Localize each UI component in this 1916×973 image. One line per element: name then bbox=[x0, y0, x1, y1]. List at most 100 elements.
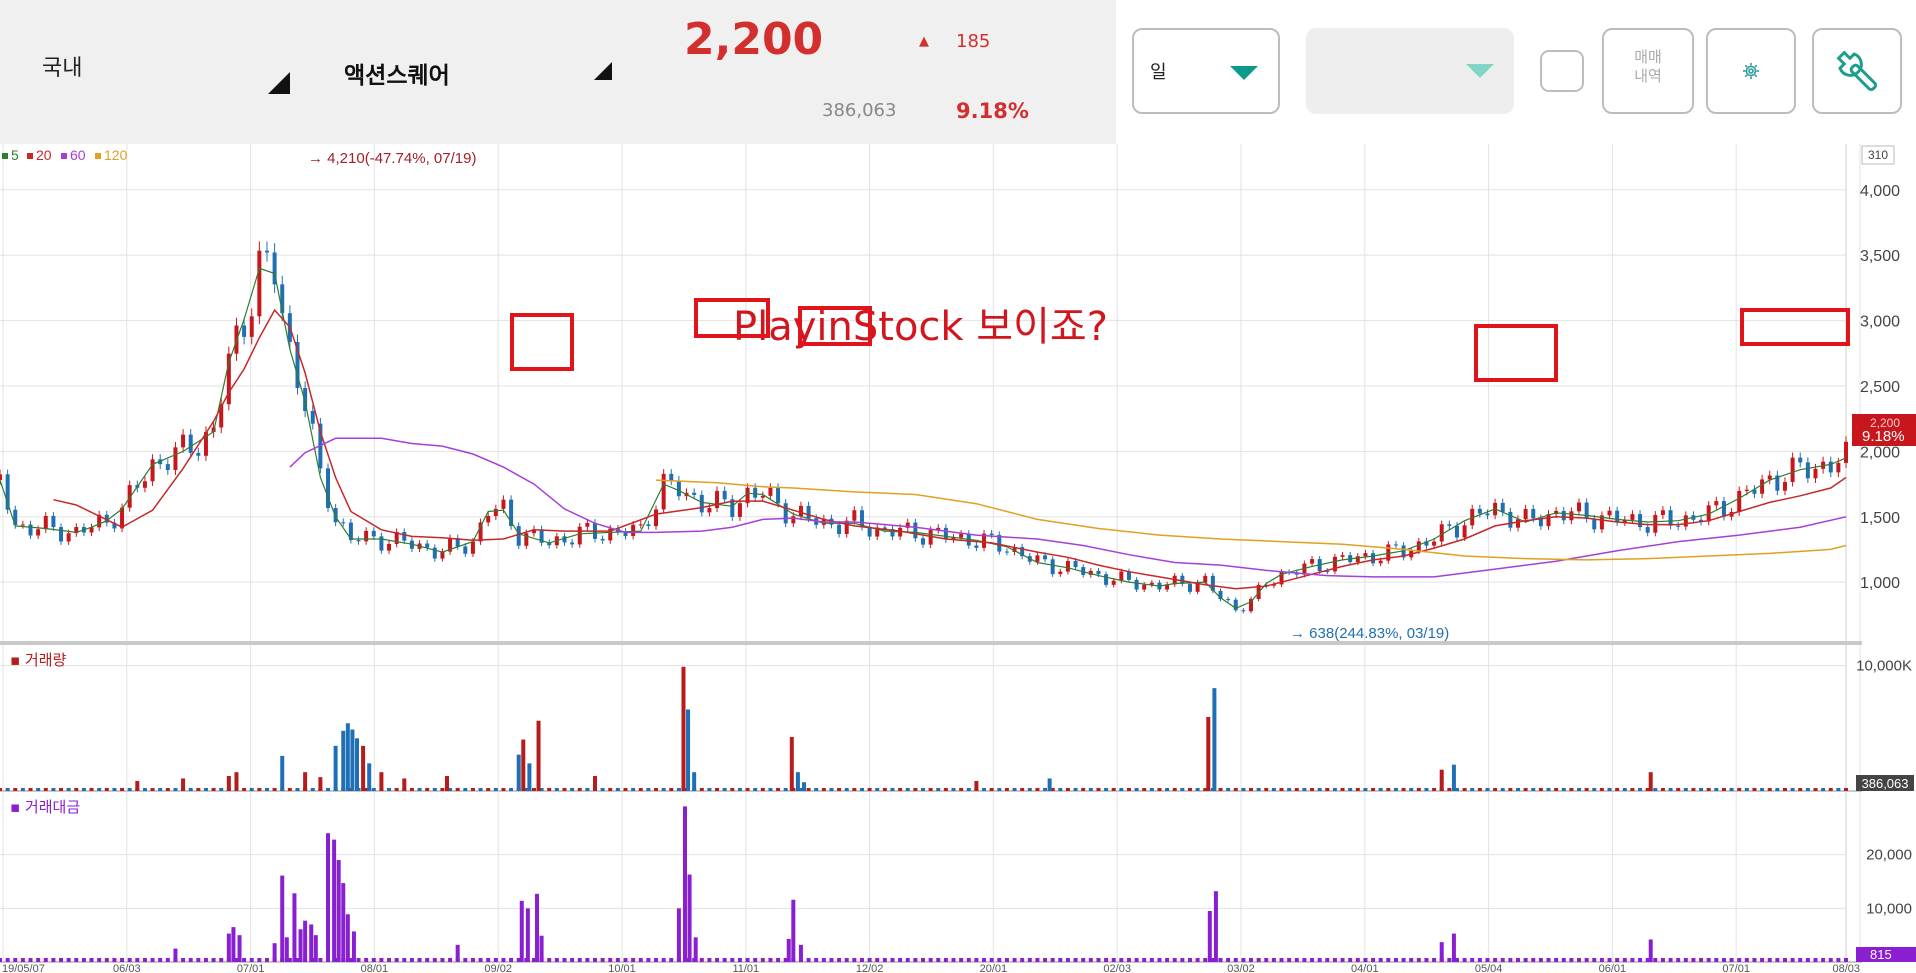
amount-bar bbox=[1813, 958, 1818, 962]
candle-body bbox=[768, 487, 773, 496]
candle-body bbox=[1226, 599, 1231, 601]
amount-bar bbox=[1142, 958, 1147, 962]
amount-bar bbox=[1622, 958, 1627, 962]
amount-bar bbox=[1554, 958, 1559, 962]
amount-bar bbox=[577, 958, 582, 962]
volume-bar bbox=[913, 788, 918, 791]
candle-body bbox=[0, 474, 2, 481]
amount-tick-label: 10,000 bbox=[1866, 900, 1912, 917]
stock-name-select-arrow-icon[interactable] bbox=[594, 62, 612, 80]
tools-button[interactable] bbox=[1812, 28, 1902, 114]
market-select-arrow-icon[interactable] bbox=[268, 72, 290, 94]
candle-body bbox=[356, 540, 361, 542]
candle-body bbox=[150, 459, 155, 482]
trade-history-button[interactable]: 매매 내역 bbox=[1602, 28, 1694, 114]
volume-pane-title: ▪ 거래량 bbox=[10, 651, 67, 669]
volume-bar bbox=[1058, 788, 1063, 791]
amount-bar bbox=[1256, 958, 1261, 962]
volume-bar bbox=[768, 788, 773, 791]
volume-bar bbox=[1508, 788, 1513, 791]
amount-bar bbox=[231, 927, 236, 962]
candle-body bbox=[120, 507, 125, 529]
volume-bar bbox=[699, 788, 704, 791]
amount-bar bbox=[127, 958, 132, 962]
amount-bar bbox=[1180, 958, 1185, 962]
candle-body bbox=[1203, 575, 1208, 583]
volume-bar bbox=[1416, 788, 1421, 791]
amount-bar bbox=[1012, 958, 1017, 962]
volume-bar bbox=[1363, 788, 1368, 791]
amount-bar bbox=[982, 958, 987, 962]
amount-bar bbox=[1348, 958, 1353, 962]
volume-bar bbox=[440, 788, 445, 791]
candle-body bbox=[1104, 574, 1109, 585]
amount-bar bbox=[1676, 958, 1681, 962]
market-select[interactable]: 국내 bbox=[42, 50, 82, 82]
candle-body bbox=[1310, 559, 1315, 564]
candle-body bbox=[638, 524, 643, 526]
candle-body bbox=[715, 490, 720, 509]
candle-body bbox=[692, 492, 697, 495]
volume-bar bbox=[1683, 788, 1688, 791]
amount-bar bbox=[1279, 958, 1284, 962]
volume-bar bbox=[1630, 788, 1635, 791]
amount-bar bbox=[356, 958, 361, 962]
volume-bar bbox=[905, 788, 910, 791]
volume-bar bbox=[350, 729, 355, 791]
candle-body bbox=[1798, 457, 1803, 463]
volume-bar bbox=[789, 737, 794, 791]
candle-body bbox=[1447, 524, 1452, 526]
volume-bar bbox=[1699, 788, 1704, 791]
volume-bar bbox=[1676, 788, 1681, 791]
volume-bar bbox=[234, 772, 239, 791]
secondary-select[interactable] bbox=[1306, 28, 1514, 114]
high-marker-label: → 4,210(-47.74%, 07/19) bbox=[308, 150, 476, 167]
amount-bar bbox=[875, 958, 880, 962]
candle-body bbox=[142, 481, 147, 488]
volume-bar bbox=[989, 788, 994, 791]
amount-bar bbox=[928, 958, 933, 962]
y-axis-tick-label: 2,500 bbox=[1860, 379, 1900, 396]
settings-button[interactable] bbox=[1706, 28, 1796, 114]
volume-bar bbox=[1310, 788, 1315, 791]
candle-body bbox=[1035, 555, 1040, 562]
stock-name-select[interactable]: 액션스퀘어 bbox=[344, 56, 450, 90]
volume-bar bbox=[1264, 788, 1269, 791]
volume-bar bbox=[1212, 688, 1217, 791]
amount-bar bbox=[554, 958, 559, 962]
candle-body bbox=[51, 516, 56, 528]
amount-bar bbox=[28, 958, 33, 962]
volume-bar bbox=[1782, 788, 1787, 791]
volume-bar bbox=[455, 788, 460, 791]
amount-bar bbox=[1226, 958, 1231, 962]
candle-body bbox=[36, 529, 41, 536]
amount-bar bbox=[272, 943, 277, 962]
candle-body bbox=[997, 534, 1002, 552]
volume-bar bbox=[1760, 788, 1765, 791]
candle-body bbox=[1607, 510, 1612, 516]
amount-bar bbox=[135, 958, 140, 962]
amount-bar bbox=[181, 958, 186, 962]
volume-bar bbox=[631, 788, 636, 791]
candle-body bbox=[1126, 571, 1131, 580]
x-axis-tick-label: 06/03 bbox=[113, 963, 141, 973]
volume-bar bbox=[287, 788, 292, 791]
price-change: 185 bbox=[956, 31, 991, 52]
volume-bar bbox=[1622, 788, 1627, 791]
amount-bar bbox=[351, 931, 356, 962]
volume-bar bbox=[1752, 788, 1757, 791]
period-select[interactable]: 일 bbox=[1132, 28, 1280, 114]
amount-bar bbox=[921, 958, 925, 962]
amount-bar bbox=[1782, 958, 1787, 962]
volume-bar bbox=[608, 788, 613, 791]
amount-bar bbox=[1569, 958, 1574, 962]
amount-bar bbox=[768, 958, 773, 962]
amount-bar bbox=[173, 948, 178, 962]
amount-bar bbox=[432, 958, 437, 962]
stock-chart[interactable]: 19/05/07 06/03 07/01 08/01 09/02 10/01 11/01 12… bbox=[0, 144, 1916, 973]
amount-bar bbox=[1714, 958, 1719, 962]
volume-bar bbox=[1493, 788, 1498, 791]
volume-bar bbox=[1027, 788, 1032, 791]
amount-bar bbox=[844, 958, 849, 962]
option-checkbox[interactable] bbox=[1540, 50, 1584, 92]
